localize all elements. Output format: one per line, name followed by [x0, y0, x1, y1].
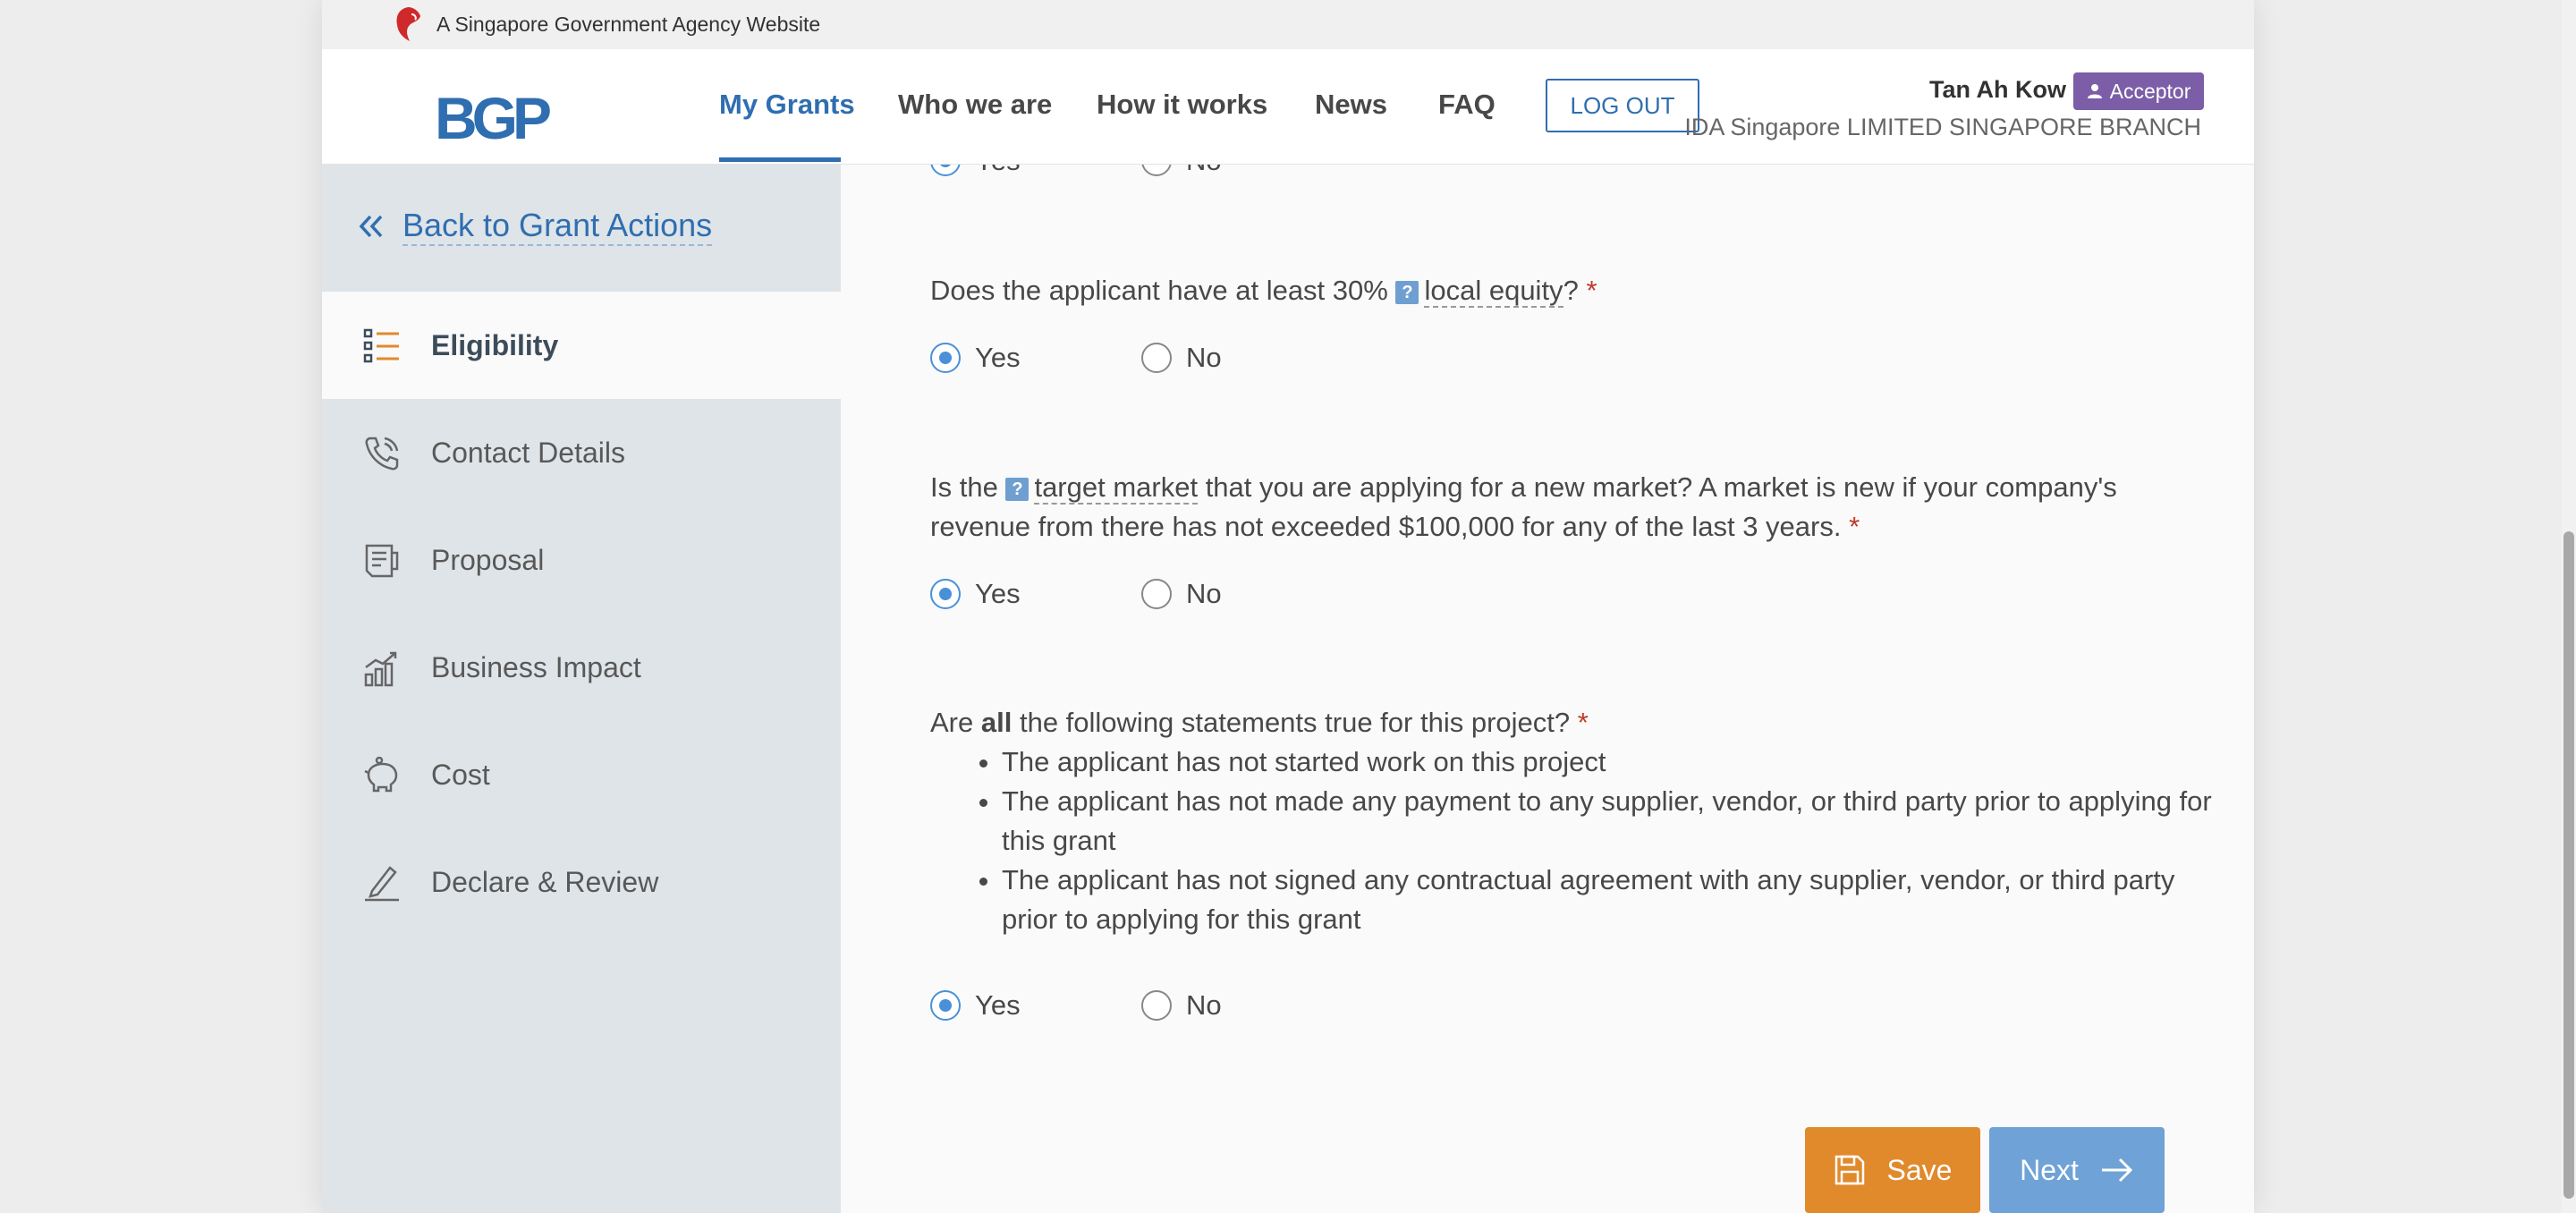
help-tooltip-icon[interactable]: ? — [1005, 478, 1030, 501]
radio-no-label: No — [1186, 578, 1222, 609]
question-text-end: ? — [1563, 275, 1579, 306]
radio-yes[interactable]: Yes — [930, 578, 1141, 610]
company-name: IDA Singapore LIMITED SINGAPORE BRANCH — [1684, 114, 2201, 140]
back-link-label: Back to Grant Actions — [402, 207, 713, 246]
nav-how-it-works[interactable]: How it works — [1097, 89, 1267, 121]
gov-masthead: A Singapore Government Agency Website — [322, 0, 2254, 49]
list-icon — [363, 328, 399, 363]
radio-yes-label: Yes — [975, 342, 1021, 373]
radio-yes-circle — [930, 579, 961, 609]
local-equity-term[interactable]: local equity — [1424, 275, 1563, 308]
lion-head-icon — [396, 7, 420, 41]
question-local-equity: Does the applicant have at least 30% ? lo… — [930, 271, 1597, 310]
question-text: Does the applicant have at least 30% — [930, 275, 1388, 306]
list-item: The applicant has not made any payment t… — [1002, 782, 2236, 861]
sidebar-item-label: Declare & Review — [431, 866, 659, 898]
statements-radio-group: Yes No — [930, 989, 1222, 1022]
radio-yes[interactable]: Yes — [930, 342, 1141, 374]
sidebar-item-cost[interactable]: Cost — [322, 721, 841, 828]
radio-yes-circle — [930, 343, 961, 373]
logout-button[interactable]: LOG OUT — [1546, 79, 1699, 132]
radio-yes[interactable]: Yes — [930, 989, 1141, 1022]
radio-yes-label: Yes — [975, 578, 1021, 609]
sidebar-item-label: Contact Details — [431, 437, 625, 469]
sidebar-item-label: Proposal — [431, 544, 545, 576]
question-target-market: Is the ? target market that you are apply… — [930, 468, 2182, 547]
radio-no-circle — [1141, 990, 1172, 1021]
nav-who-we-are[interactable]: Who we are — [898, 89, 1052, 121]
radio-no-label: No — [1186, 342, 1222, 373]
radio-no[interactable]: No — [1141, 578, 1222, 610]
sidebar-item-label: Eligibility — [431, 329, 559, 361]
user-name: Tan Ah Kow — [1929, 76, 2066, 103]
target-market-term[interactable]: target market — [1034, 471, 1199, 505]
radio-yes-label: Yes — [975, 989, 1021, 1021]
target-market-radio-group: Yes No — [930, 578, 1222, 610]
piggy-bank-icon — [364, 757, 398, 793]
help-tooltip-icon[interactable]: ? — [1395, 281, 1419, 304]
page: A Singapore Government Agency Website BG… — [322, 0, 2254, 1213]
user-icon — [2087, 84, 2102, 98]
scrollbar-thumb[interactable] — [2563, 531, 2574, 1199]
sidebar-item-label: Cost — [431, 759, 490, 791]
masthead-text: A Singapore Government Agency Website — [436, 13, 821, 36]
next-label: Next — [2020, 1153, 2079, 1186]
radio-no[interactable]: No — [1141, 989, 1222, 1022]
back-to-grant-actions-link[interactable]: Back to Grant Actions — [358, 207, 713, 246]
nav-my-grants[interactable]: My Grants — [719, 89, 855, 121]
nav-news[interactable]: News — [1315, 89, 1387, 121]
sidebar-item-contact-details[interactable]: Contact Details — [322, 399, 841, 506]
chart-icon — [364, 651, 397, 687]
sidebar-item-label: Business Impact — [431, 651, 641, 683]
next-button[interactable]: Next — [1989, 1127, 2165, 1213]
radio-no-circle — [1141, 343, 1172, 373]
bgp-logo[interactable]: BGP — [435, 87, 560, 149]
required-marker: * — [1849, 511, 1860, 542]
radio-yes-circle — [930, 990, 961, 1021]
floppy-disk-icon — [1835, 1155, 1864, 1185]
save-label: Save — [1886, 1153, 1953, 1186]
signature-icon — [365, 866, 399, 902]
question-text: Is the — [930, 471, 998, 503]
nav-faq[interactable]: FAQ — [1438, 89, 1496, 121]
document-icon — [365, 544, 399, 578]
svg-text:BGP: BGP — [435, 87, 550, 149]
question-statements: Are all the following statements true fo… — [930, 703, 1589, 742]
question-text-end: the following statements true for this p… — [1019, 707, 1571, 738]
role-badge: Acceptor — [2073, 72, 2204, 110]
radio-no-circle — [1141, 579, 1172, 609]
list-item: The applicant has not started work on th… — [1002, 742, 2236, 782]
save-button[interactable]: Save — [1805, 1127, 1980, 1213]
active-nav-indicator — [719, 157, 841, 162]
question-text: Are — [930, 707, 974, 738]
sidebar-item-declare-review[interactable]: Declare & Review — [322, 828, 841, 936]
local-equity-radio-group: Yes No — [930, 342, 1222, 374]
required-marker: * — [1586, 275, 1597, 306]
radio-no[interactable]: No — [1141, 342, 1222, 374]
arrow-right-icon — [2101, 1158, 2133, 1183]
double-chevron-left-icon — [359, 215, 383, 238]
sidebar: Back to Grant Actions Eligibility Contac… — [322, 164, 841, 1213]
sidebar-item-proposal[interactable]: Proposal — [322, 506, 841, 614]
required-marker: * — [1577, 707, 1589, 738]
sidebar-item-business-impact[interactable]: Business Impact — [322, 614, 841, 721]
phone-icon — [365, 437, 399, 471]
question-emphasis: all — [980, 707, 1013, 738]
list-item: The applicant has not signed any contrac… — [1002, 861, 2236, 939]
sidebar-item-eligibility[interactable]: Eligibility — [322, 292, 841, 399]
role-label: Acceptor — [2109, 79, 2191, 103]
statement-list: The applicant has not started work on th… — [930, 742, 2236, 939]
site-header: BGP My Grants Who we are How it works Ne… — [322, 49, 2254, 165]
radio-no-label: No — [1186, 989, 1222, 1021]
